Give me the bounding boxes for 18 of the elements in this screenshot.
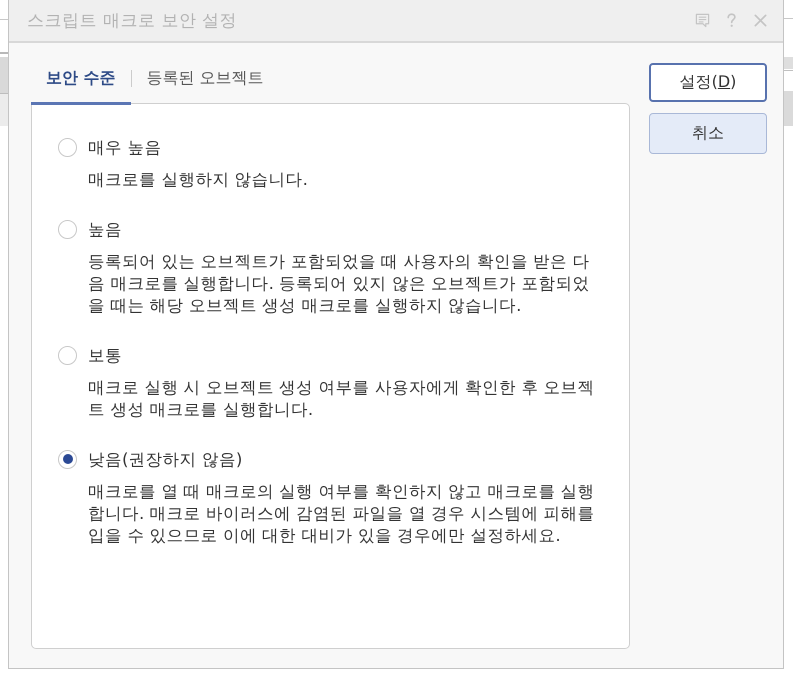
radio-button[interactable]: [58, 450, 77, 468]
option-description: 등록되어 있는 오브젝트가 포함되었을 때 사용자의 확인을 받은 다음 매크로를 실행합니다. 등록되어 있지 않은 오브젝트가 포함되었을 때는 해당 오브젝트 생성 매크로를 실행하지 않습니다.: [88, 250, 590, 316]
confirm-button[interactable]: 설정(D): [649, 63, 767, 102]
option-description: 매크로를 실행하지 않습니다.: [88, 168, 309, 190]
option-label[interactable]: 보통: [88, 344, 122, 366]
option-label[interactable]: 매우 높음: [88, 136, 162, 158]
tab[interactable]: 등록된 오브젝트: [132, 55, 279, 105]
close-icon[interactable]: [753, 13, 768, 28]
window-title: 스크립트 매크로 보안 설정: [27, 10, 238, 32]
radio-button[interactable]: [58, 220, 77, 238]
option-label[interactable]: 높음: [88, 218, 122, 240]
radio-button[interactable]: [58, 346, 77, 364]
comment-icon[interactable]: [695, 13, 710, 28]
option-label[interactable]: 낮음(권장하지 않음): [88, 448, 242, 470]
option-description: 매크로 실행 시 오브젝트 생성 여부를 사용자에게 확인한 후 오브젝트 생성 매크로를 실행합니다.: [88, 376, 596, 420]
radio-button[interactable]: [58, 138, 77, 156]
cancel-button[interactable]: 취소: [649, 113, 767, 154]
option-description: 매크로를 열 때 매크로의 실행 여부를 확인하지 않고 매크로를 실행합니다. 매크로 바이러스에 감염된 파일을 열 경우 시스템에 피해를 입을 수 있으므로 이에 대한 대비가 있을 경우에만 설정하세요.: [88, 480, 596, 546]
